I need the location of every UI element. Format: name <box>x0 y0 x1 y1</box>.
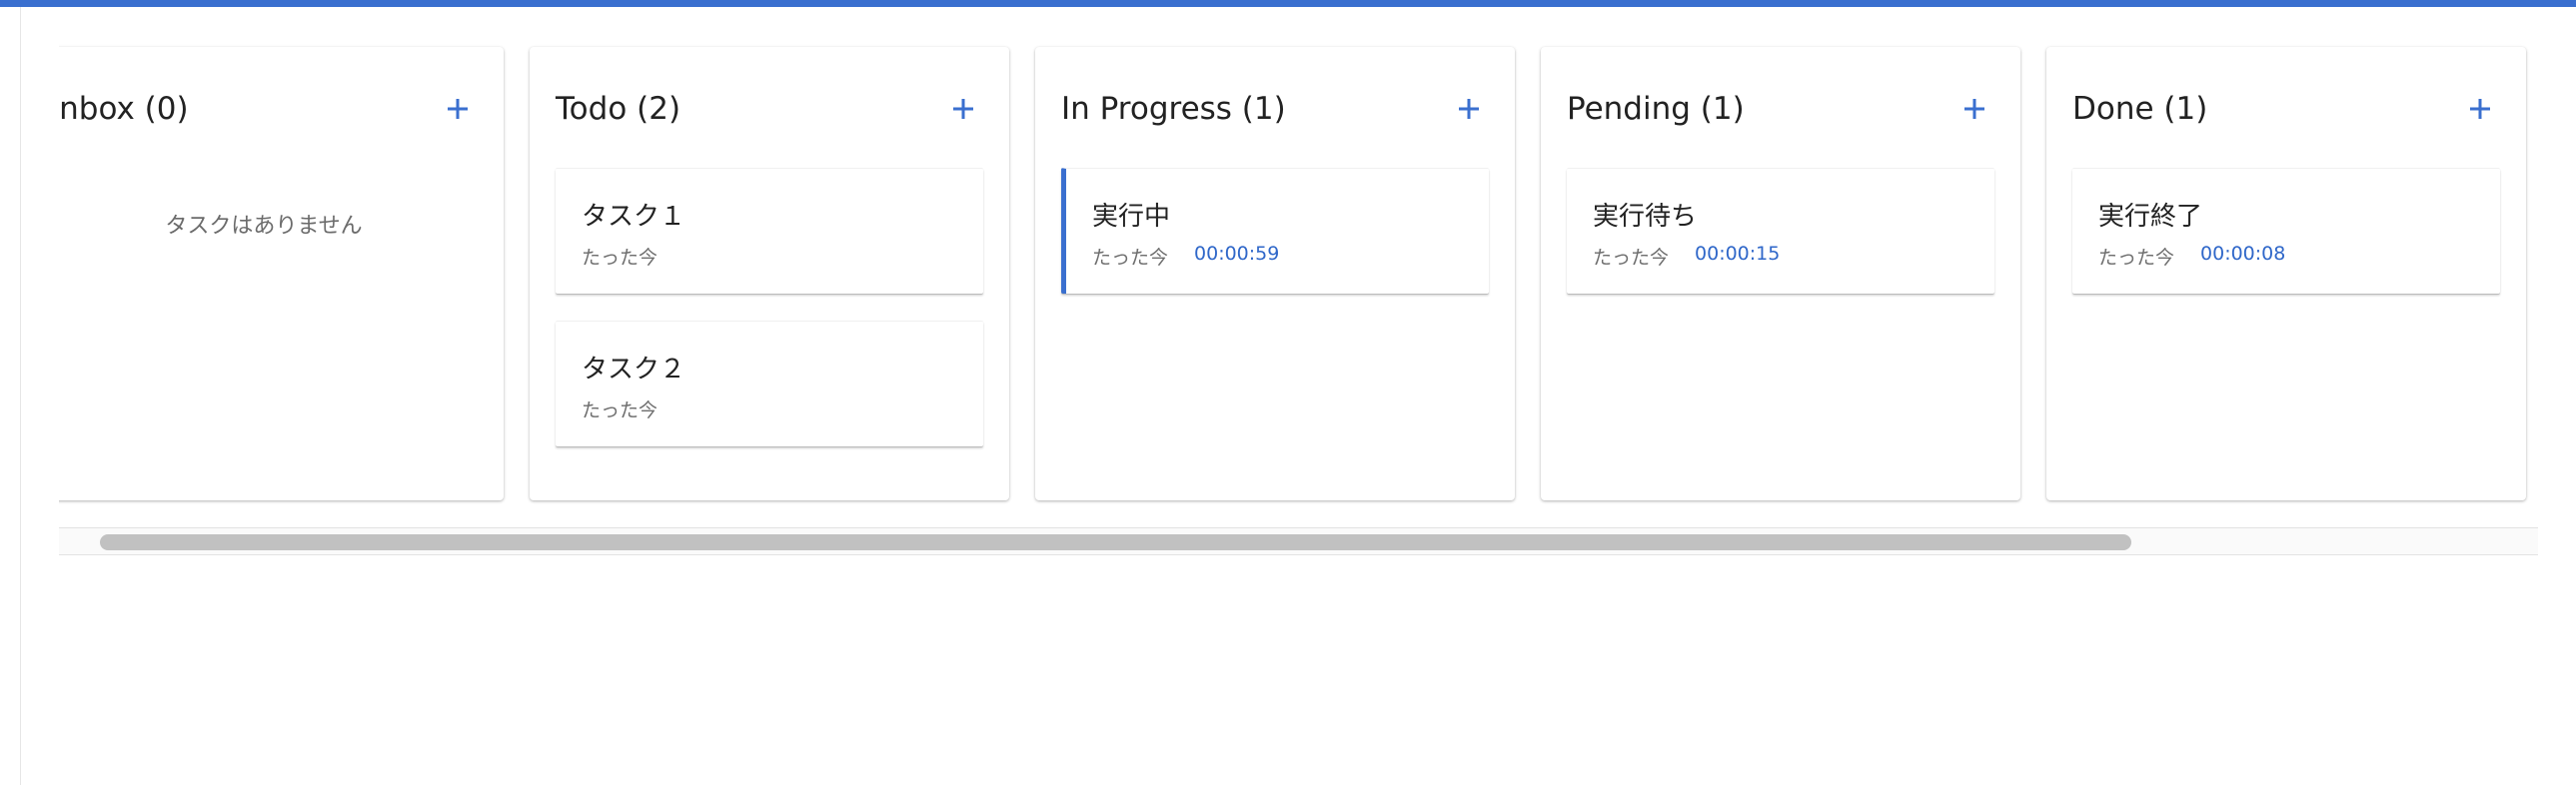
column-pending: Pending (1) 実行待ち たった今 00:00:15 <box>1541 47 2020 500</box>
column-title: In Progress (1) <box>1061 91 1286 127</box>
task-card[interactable]: タスク１ たった今 <box>556 168 983 294</box>
column-body: 実行終了 たった今 00:00:08 <box>2072 168 2500 321</box>
add-task-button[interactable] <box>2460 89 2500 129</box>
task-card-active[interactable]: 実行中 たった今 00:00:59 <box>1061 168 1489 294</box>
column-body: 実行待ち たった今 00:00:15 <box>1567 168 1994 321</box>
column-header: Todo (2) <box>556 87 983 131</box>
column-header: Pending (1) <box>1567 87 1994 131</box>
side-divider <box>20 7 21 785</box>
column-todo: Todo (2) タスク１ たった今 タスク２ たった今 <box>530 47 1009 500</box>
column-title: Inbox (0) <box>59 91 189 127</box>
column-header: Done (1) <box>2072 87 2500 131</box>
plus-icon <box>2470 99 2490 119</box>
column-header: Inbox (0) <box>59 87 478 131</box>
task-title: タスク１ <box>582 202 686 232</box>
column-title: Todo (2) <box>556 91 681 127</box>
task-title: タスク２ <box>582 355 686 385</box>
task-card[interactable]: タスク２ たった今 <box>556 321 983 446</box>
task-title: 実行終了 <box>2098 202 2203 232</box>
task-meta: たった今 00:00:08 <box>2098 243 2285 270</box>
task-created-time: たった今 <box>2098 247 2175 269</box>
column-done: Done (1) 実行終了 たった今 00:00:08 <box>2046 47 2526 500</box>
scrollbar-thumb[interactable] <box>100 534 2131 550</box>
task-timer: 00:00:08 <box>2200 243 2286 265</box>
task-created-time: たった今 <box>582 399 658 421</box>
add-task-button[interactable] <box>1449 89 1489 129</box>
add-task-button[interactable] <box>1954 89 1994 129</box>
task-meta: たった今 <box>582 243 657 270</box>
add-task-button[interactable] <box>943 89 983 129</box>
horizontal-scrollbar[interactable] <box>59 527 2538 555</box>
task-timer: 00:00:15 <box>1695 243 1781 265</box>
column-inbox: Inbox (0) タスクはありません <box>59 47 504 500</box>
task-meta: たった今 00:00:15 <box>1593 243 1780 270</box>
task-card[interactable]: 実行待ち たった今 00:00:15 <box>1567 168 1994 294</box>
plus-icon <box>953 99 973 119</box>
task-title: 実行待ち <box>1593 202 1698 232</box>
board-columns: Inbox (0) タスクはありません Todo (2) タスク１ たった今 タ… <box>59 47 2526 500</box>
task-created-time: たった今 <box>1092 247 1169 269</box>
column-title: Pending (1) <box>1567 91 1745 127</box>
task-title: 実行中 <box>1092 202 1171 232</box>
column-body: タスク１ たった今 タスク２ たった今 <box>556 168 983 473</box>
column-in-progress: In Progress (1) 実行中 たった今 00:00:59 <box>1035 47 1515 500</box>
app-top-bar <box>0 0 2576 7</box>
task-created-time: たった今 <box>1593 247 1670 269</box>
add-task-button[interactable] <box>438 89 478 129</box>
column-title: Done (1) <box>2072 91 2208 127</box>
column-body: 実行中 たった今 00:00:59 <box>1061 168 1489 321</box>
plus-icon <box>1964 99 1984 119</box>
task-meta: たった今 <box>582 395 657 422</box>
kanban-board: Inbox (0) タスクはありません Todo (2) タスク１ たった今 タ… <box>59 7 2538 556</box>
task-card[interactable]: 実行終了 たった今 00:00:08 <box>2072 168 2500 294</box>
empty-message: タスクはありません <box>165 214 363 239</box>
column-body: タスクはありません <box>59 168 478 240</box>
task-meta: たった今 00:00:59 <box>1092 243 1279 270</box>
plus-icon <box>1459 99 1479 119</box>
task-created-time: たった今 <box>582 247 658 269</box>
column-header: In Progress (1) <box>1061 87 1489 131</box>
plus-icon <box>448 99 468 119</box>
task-timer: 00:00:59 <box>1194 243 1280 265</box>
